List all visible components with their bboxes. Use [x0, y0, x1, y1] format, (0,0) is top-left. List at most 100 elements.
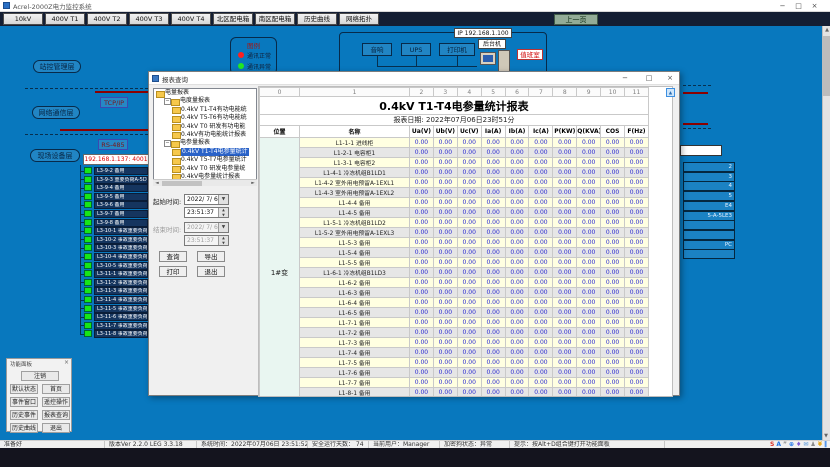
tree-item-label[interactable]: 0.4kV T1-T4有功电能统	[181, 106, 247, 114]
device-item[interactable]: L3-11-4 事故重要负荷A-	[94, 296, 148, 304]
tab-400V T2[interactable]: 400V T2	[87, 13, 127, 25]
ups-box: UPS	[401, 43, 431, 56]
tab-网络拓扑[interactable]: 网络拓扑	[339, 13, 379, 25]
scroll-right-icon[interactable]: ►	[249, 180, 257, 187]
tree-hscrollbar-thumb[interactable]	[162, 181, 202, 186]
device-item[interactable]: L3-11-2 事故重要负荷A-	[94, 279, 148, 287]
column-header: Q(KVA)	[577, 126, 601, 138]
device-item[interactable]: L3-11-7 事故重要负荷A-	[94, 322, 148, 330]
device-item[interactable]: L3-11-1 事故重要负荷A-	[94, 270, 148, 278]
fp-button-报表查询[interactable]: 报表查询	[42, 410, 70, 420]
value-cell: 0.00	[601, 208, 625, 218]
row-name-cell: L1-5-3 备用	[300, 238, 410, 248]
tree-expander-icon[interactable]: −	[164, 140, 171, 147]
device-item[interactable]: L3-9-4 备用	[94, 184, 148, 192]
exit-button[interactable]: 退出	[197, 266, 225, 277]
value-cell: 0.00	[553, 188, 577, 198]
device-item[interactable]: L3-11-5 事故重要负荷A-	[94, 305, 148, 313]
tree-item-label[interactable]: 0.4kV有功电能统计报表	[181, 131, 246, 139]
device-item[interactable]: L3-10-1 事故重要负荷DC3.A	[94, 227, 148, 235]
value-cell: 0.00	[625, 228, 649, 238]
tab-南区配电箱[interactable]: 南区配电箱	[255, 13, 295, 25]
export-button[interactable]: 导出	[197, 251, 225, 262]
dialog-minimize-button[interactable]: −	[617, 73, 633, 84]
tree-item-label[interactable]: 0.4kV T5-T6有功电能统	[181, 114, 247, 122]
tree-row[interactable]: 0.4kV T5-T7电参量统计	[154, 156, 256, 164]
fp-button-事件窗口[interactable]: 事件窗口	[10, 397, 38, 407]
dialog-titlebar[interactable]: 报表查询 − □ ×	[149, 72, 679, 85]
tree-item-label[interactable]: 电量报表	[165, 89, 189, 97]
fp-button-历史曲线[interactable]: 历史曲线	[10, 423, 38, 433]
value-cell: 0.00	[505, 188, 529, 198]
device-status-icon	[84, 253, 92, 260]
tree-row[interactable]: 0.4kV T0 研发电参量统	[154, 165, 256, 173]
fp-button-退出[interactable]: 退出	[42, 423, 70, 433]
value-cell: 0.00	[505, 298, 529, 308]
tree-row[interactable]: 0.4kV T1-T4有功电能统	[154, 106, 256, 114]
maximize-button[interactable]: □	[791, 1, 806, 11]
tree-item-label[interactable]: 电参量报表	[180, 139, 210, 147]
fp-button-历史事件[interactable]: 历史事件	[10, 410, 38, 420]
start-date-combo[interactable]: 2022/ 7/ 6▼	[184, 194, 229, 205]
tree-expander-icon[interactable]: −	[164, 98, 171, 105]
separator-dashed-line	[25, 134, 148, 135]
function-panel-close-icon[interactable]: ×	[64, 359, 69, 366]
tree-row[interactable]: − 电度量报表	[154, 97, 256, 105]
canvas-scrollbar-thumb[interactable]	[822, 36, 830, 96]
print-button[interactable]: 打印	[159, 266, 187, 277]
device-item[interactable]: L3-9-3 重要负荷A-5DT1	[94, 176, 148, 184]
value-cell: 0.00	[577, 228, 601, 238]
tree-row[interactable]: 0.4kV T0 研发有功电能	[154, 123, 256, 131]
value-cell: 0.00	[529, 388, 553, 398]
tab-400V T3[interactable]: 400V T3	[129, 13, 169, 25]
device-item[interactable]: L3-9-5 备用	[94, 193, 148, 201]
dialog-close-button[interactable]: ×	[662, 73, 678, 84]
device-item[interactable]: L3-10-2 事故重要负荷A-	[94, 236, 148, 244]
dialog-maximize-button[interactable]: □	[641, 73, 657, 84]
device-item[interactable]: L3-11-6 事故重要负荷A-	[94, 313, 148, 321]
query-button[interactable]: 查询	[159, 251, 187, 262]
bus-cell: 5	[683, 191, 735, 201]
device-item[interactable]: L3-11-8 事故重要负荷A-	[94, 330, 148, 338]
scroll-left-icon[interactable]: ◄	[153, 180, 161, 187]
value-cell: 0.00	[577, 318, 601, 328]
device-item[interactable]: L3-9-2 备用	[94, 167, 148, 175]
value-cell: 0.00	[577, 268, 601, 278]
device-item[interactable]: L3-9-7 备用	[94, 210, 148, 218]
value-cell: 0.00	[433, 368, 457, 378]
column-header: Ia(A)	[481, 126, 505, 138]
table-scroll-up-icon[interactable]: ▲	[666, 88, 675, 97]
scroll-up-icon[interactable]: ▲	[823, 26, 830, 34]
tree-hscrollbar[interactable]: ◄ ►	[153, 179, 257, 186]
device-item[interactable]: L3-10-4 事故重要负荷A-	[94, 253, 148, 261]
tree-item-label[interactable]: 0.4kV T0 研发电参量统	[181, 165, 245, 173]
tree-row[interactable]: − 电参量报表	[154, 139, 256, 147]
chevron-down-icon[interactable]: ▼	[218, 195, 228, 204]
device-item[interactable]: L3-9-8 备用	[94, 219, 148, 227]
minimize-button[interactable]: −	[775, 1, 790, 11]
tree-item-label[interactable]: 0.4kV T1-T4电参量统计	[181, 148, 249, 156]
tree-item-label[interactable]: 0.4kV T5-T7电参量统计	[181, 156, 247, 164]
logout-button[interactable]: 注销	[21, 371, 59, 381]
tree-item-label[interactable]: 电度量报表	[180, 97, 210, 105]
previous-page-button[interactable]: 上一页	[554, 14, 598, 25]
tab-400V T1[interactable]: 400V T1	[45, 13, 85, 25]
device-item[interactable]: L3-10-3 事故重要负荷A-	[94, 244, 148, 252]
device-item[interactable]: L3-9-6 备用	[94, 201, 148, 209]
start-time-spinner[interactable]: 23:51:37▲▼	[184, 207, 229, 218]
tree-row[interactable]: 0.4kV T1-T4电参量统计	[154, 148, 256, 156]
tree-row[interactable]: 0.4kV T5-T6有功电能统	[154, 114, 256, 122]
fp-button-首页[interactable]: 首页	[42, 384, 70, 394]
tab-北区配电箱[interactable]: 北区配电箱	[213, 13, 253, 25]
fp-button-默认状态[interactable]: 默认状态	[10, 384, 38, 394]
close-button[interactable]: ×	[807, 1, 822, 11]
spinner-icons[interactable]: ▲▼	[218, 208, 228, 217]
device-item[interactable]: L3-11-3 事故重要负荷A-	[94, 287, 148, 295]
tab-10kV[interactable]: 10kV	[3, 13, 43, 25]
fp-button-遥控操作[interactable]: 遥控操作	[42, 397, 70, 407]
tab-400V T4[interactable]: 400V T4	[171, 13, 211, 25]
tab-历史曲线[interactable]: 历史曲线	[297, 13, 337, 25]
tree-item-label[interactable]: 0.4kV T0 研发有功电能	[181, 123, 245, 131]
scroll-down-icon[interactable]: ▼	[822, 432, 830, 440]
device-item[interactable]: L3-10-5 事故重要负荷A-	[94, 262, 148, 270]
